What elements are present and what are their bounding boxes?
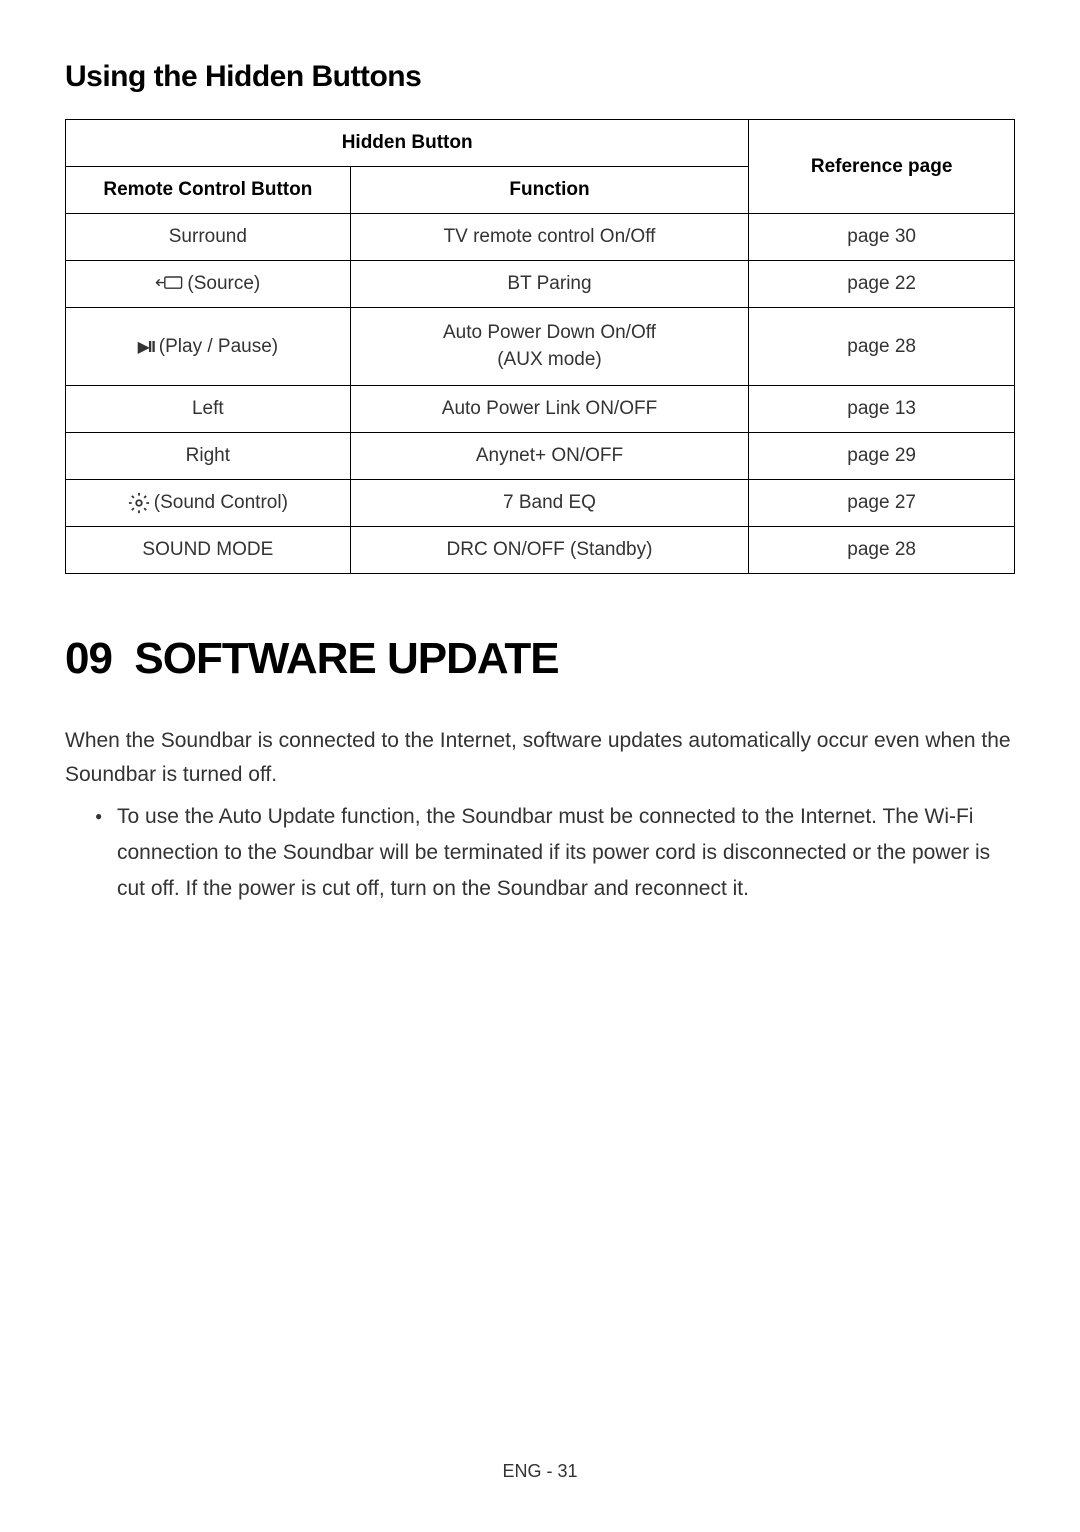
chapter-number: 09 <box>65 634 112 683</box>
chapter-heading: 09 SOFTWARE UPDATE <box>65 634 1015 684</box>
source-icon <box>155 273 183 295</box>
cell-reference: page 30 <box>749 214 1015 261</box>
header-hidden-button: Hidden Button <box>66 120 749 167</box>
table-row: (Source) BT Paring page 22 <box>66 261 1015 308</box>
play-pause-label: (Play / Pause) <box>159 336 278 358</box>
cell-function: Auto Power Link ON/OFF <box>350 386 749 433</box>
function-line2: (AUX mode) <box>497 349 602 370</box>
cell-button: (Source) <box>66 261 351 308</box>
page-footer: ENG - 31 <box>0 1461 1080 1482</box>
cell-button: Surround <box>66 214 351 261</box>
play-pause-icon: ▶II <box>138 337 155 357</box>
cell-reference: page 29 <box>749 433 1015 480</box>
table-row: Right Anynet+ ON/OFF page 29 <box>66 433 1015 480</box>
cell-function: Auto Power Down On/Off (AUX mode) <box>350 308 749 386</box>
cell-function: 7 Band EQ <box>350 480 749 527</box>
sound-control-label: (Sound Control) <box>154 492 288 514</box>
cell-button: ▶II (Play / Pause) <box>66 308 351 386</box>
hidden-buttons-table: Hidden Button Reference page Remote Cont… <box>65 119 1015 574</box>
cell-reference: page 22 <box>749 261 1015 308</box>
chapter-title: SOFTWARE UPDATE <box>134 634 558 683</box>
section-heading: Using the Hidden Buttons <box>65 60 1015 94</box>
table-row: (Sound Control) 7 Band EQ page 27 <box>66 480 1015 527</box>
bullet-list: To use the Auto Update function, the Sou… <box>65 799 1015 906</box>
list-item: To use the Auto Update function, the Sou… <box>95 799 1015 906</box>
gear-icon <box>128 492 150 514</box>
cell-reference: page 13 <box>749 386 1015 433</box>
body-paragraph: When the Soundbar is connected to the In… <box>65 724 1015 791</box>
cell-reference: page 28 <box>749 527 1015 574</box>
cell-reference: page 27 <box>749 480 1015 527</box>
table-row: ▶II (Play / Pause) Auto Power Down On/Of… <box>66 308 1015 386</box>
cell-button: (Sound Control) <box>66 480 351 527</box>
table-row: Left Auto Power Link ON/OFF page 13 <box>66 386 1015 433</box>
cell-button: SOUND MODE <box>66 527 351 574</box>
table-row: Surround TV remote control On/Off page 3… <box>66 214 1015 261</box>
cell-reference: page 28 <box>749 308 1015 386</box>
function-line1: Auto Power Down On/Off <box>443 322 656 343</box>
cell-button: Right <box>66 433 351 480</box>
cell-function: DRC ON/OFF (Standby) <box>350 527 749 574</box>
header-remote-control: Remote Control Button <box>66 167 351 214</box>
header-function: Function <box>350 167 749 214</box>
header-reference-page: Reference page <box>749 120 1015 214</box>
cell-function: BT Paring <box>350 261 749 308</box>
cell-button: Left <box>66 386 351 433</box>
table-row: SOUND MODE DRC ON/OFF (Standby) page 28 <box>66 527 1015 574</box>
cell-function: TV remote control On/Off <box>350 214 749 261</box>
source-label: (Source) <box>187 273 260 295</box>
cell-function: Anynet+ ON/OFF <box>350 433 749 480</box>
